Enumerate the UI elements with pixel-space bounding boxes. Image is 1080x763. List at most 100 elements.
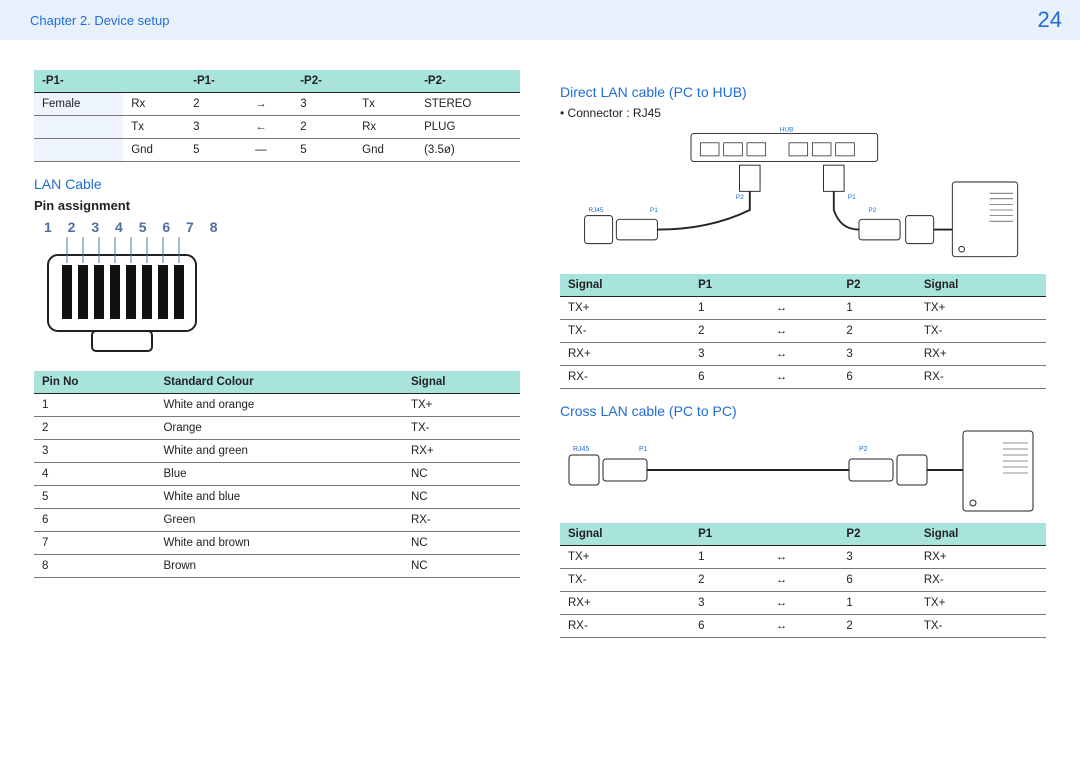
right-column: Direct LAN cable (PC to HUB) Connector :… bbox=[560, 70, 1046, 638]
lan-cable-heading: LAN Cable bbox=[34, 176, 520, 192]
cell: ↔ bbox=[768, 366, 839, 389]
table-row: 6GreenRX- bbox=[34, 509, 520, 532]
cell: White and blue bbox=[155, 486, 402, 509]
table-row: 1White and orangeTX+ bbox=[34, 394, 520, 417]
cell: TX- bbox=[560, 320, 690, 343]
page-header: Chapter 2. Device setup 24 bbox=[0, 0, 1080, 40]
cell: TX+ bbox=[560, 546, 690, 569]
cell: Blue bbox=[155, 463, 402, 486]
table-row: 8BrownNC bbox=[34, 555, 520, 578]
cell: Rx bbox=[354, 116, 416, 139]
cell: White and brown bbox=[155, 532, 402, 555]
cell: 2 bbox=[690, 569, 767, 592]
cell: 2 bbox=[34, 417, 155, 440]
table-row: RX+3↔3RX+ bbox=[560, 343, 1046, 366]
cell: 3 bbox=[690, 343, 767, 366]
pin-assignment-heading: Pin assignment bbox=[34, 198, 520, 213]
cell: RX+ bbox=[560, 592, 690, 615]
cell: Orange bbox=[155, 417, 402, 440]
cell: ↔ bbox=[768, 569, 839, 592]
cell: ↔ bbox=[768, 592, 839, 615]
column-header: -P1- bbox=[185, 70, 247, 93]
cell: RX+ bbox=[403, 440, 520, 463]
table-row: FemaleRx2→3TxSTEREO bbox=[34, 93, 520, 116]
cell: Rx bbox=[123, 93, 185, 116]
table-row: 2OrangeTX- bbox=[34, 417, 520, 440]
page-content: -P1--P1--P2--P2- FemaleRx2→3TxSTEREOTx3←… bbox=[0, 40, 1080, 668]
cell: RX- bbox=[560, 615, 690, 638]
cell: Gnd bbox=[354, 139, 416, 162]
cell: 6 bbox=[690, 615, 767, 638]
cross-rj45-label: RJ45 bbox=[573, 446, 589, 453]
cell: 6 bbox=[838, 569, 915, 592]
cross-p2-label: P2 bbox=[859, 446, 868, 453]
cell: 2 bbox=[838, 615, 915, 638]
cross-lan-diagram: RJ45 P1 P2 bbox=[560, 425, 1046, 515]
table-row: 3White and greenRX+ bbox=[34, 440, 520, 463]
cell: 3 bbox=[838, 546, 915, 569]
column-header: Signal bbox=[560, 274, 690, 297]
cell: 3 bbox=[690, 592, 767, 615]
table-row: RX-6↔6RX- bbox=[560, 366, 1046, 389]
cell: RX- bbox=[916, 366, 1046, 389]
cross-lan-table: SignalP1P2Signal TX+1↔3RX+TX-2↔6RX-RX+3↔… bbox=[560, 523, 1046, 638]
table-row: Gnd5—5Gnd(3.5ø) bbox=[34, 139, 520, 162]
rj45-connector-diagram bbox=[42, 237, 202, 357]
table-row: TX+1↔3RX+ bbox=[560, 546, 1046, 569]
cell: 5 bbox=[185, 139, 247, 162]
hub-p2-label: P2 bbox=[736, 194, 744, 201]
cell: 3 bbox=[185, 116, 247, 139]
column-header: -P2- bbox=[416, 70, 520, 93]
hub-label: HUB bbox=[780, 127, 794, 134]
cell: TX- bbox=[560, 569, 690, 592]
chapter-title: Chapter 2. Device setup bbox=[30, 13, 169, 28]
cell: 2 bbox=[838, 320, 915, 343]
cell: 1 bbox=[34, 394, 155, 417]
direct-lan-table: SignalP1P2Signal TX+1↔1TX+TX-2↔2TX-RX+3↔… bbox=[560, 274, 1046, 389]
cell: NC bbox=[403, 463, 520, 486]
cell: Green bbox=[155, 509, 402, 532]
cross-p1-label: P1 bbox=[639, 446, 648, 453]
cell: → bbox=[247, 93, 292, 116]
cell: ↔ bbox=[768, 615, 839, 638]
hub-p1-label: P1 bbox=[848, 194, 856, 201]
column-header: P1 bbox=[690, 274, 767, 297]
cell: White and green bbox=[155, 440, 402, 463]
connector-note: Connector : RJ45 bbox=[560, 106, 1046, 120]
table-row: 4BlueNC bbox=[34, 463, 520, 486]
table-row: 7White and brownNC bbox=[34, 532, 520, 555]
column-header: Pin No bbox=[34, 371, 155, 394]
left-column: -P1--P1--P2--P2- FemaleRx2→3TxSTEREOTx3←… bbox=[34, 70, 520, 638]
cell: 1 bbox=[838, 592, 915, 615]
cell: 3 bbox=[838, 343, 915, 366]
cell: NC bbox=[403, 486, 520, 509]
cell: TX- bbox=[916, 320, 1046, 343]
column-header: Signal bbox=[916, 523, 1046, 546]
table-row: TX+1↔1TX+ bbox=[560, 297, 1046, 320]
column-header: Signal bbox=[560, 523, 690, 546]
cell: ← bbox=[247, 116, 292, 139]
column-header bbox=[247, 70, 292, 93]
cell: Female bbox=[34, 93, 123, 116]
cell: RX- bbox=[403, 509, 520, 532]
cell: — bbox=[247, 139, 292, 162]
table-row: TX-2↔6RX- bbox=[560, 569, 1046, 592]
cell: STEREO bbox=[416, 93, 520, 116]
cell: RX+ bbox=[916, 546, 1046, 569]
cell: TX+ bbox=[560, 297, 690, 320]
cell: Tx bbox=[354, 93, 416, 116]
table-row: 5White and blueNC bbox=[34, 486, 520, 509]
cell: 5 bbox=[34, 486, 155, 509]
table-row: RX-6↔2TX- bbox=[560, 615, 1046, 638]
column-header bbox=[354, 70, 416, 93]
column-header: Standard Colour bbox=[155, 371, 402, 394]
cell: 2 bbox=[185, 93, 247, 116]
cell: 5 bbox=[292, 139, 354, 162]
column-header: Signal bbox=[916, 274, 1046, 297]
cell: ↔ bbox=[768, 320, 839, 343]
cell: 4 bbox=[34, 463, 155, 486]
page-number: 24 bbox=[1038, 7, 1062, 33]
cell: 8 bbox=[34, 555, 155, 578]
cell: 7 bbox=[34, 532, 155, 555]
rj45-label-left: RJ45 bbox=[588, 207, 604, 214]
